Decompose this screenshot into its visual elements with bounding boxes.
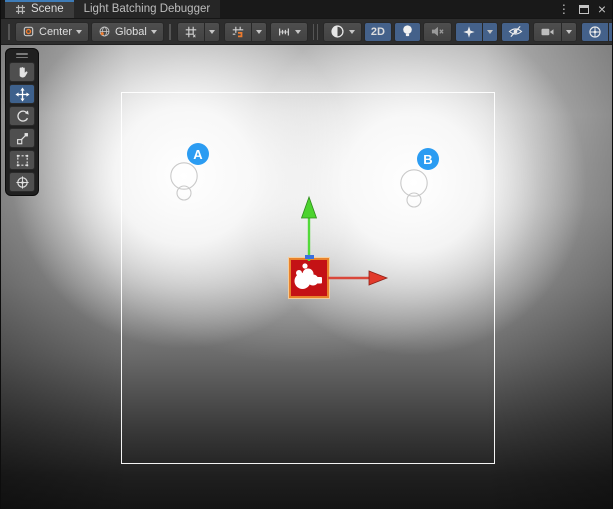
pivot-label: Center [39,26,72,38]
transform-icon [15,175,30,190]
tool-rotate-button[interactable] [9,106,35,126]
scene-viewport[interactable]: A B [1,45,613,509]
light-b-label: B [423,152,432,167]
light-b-badge: B [417,148,439,170]
2d-label: 2D [371,26,385,38]
window-controls: ⋮ × [558,0,612,18]
toolbar-grip[interactable] [169,24,171,40]
scene-window: Scene Light Batching Debugger ⋮ × Center… [0,0,613,509]
chevron-down-icon [295,30,301,34]
audio-muted-icon [430,25,445,38]
rotate-icon [15,109,30,124]
window-menu-icon[interactable]: ⋮ [558,3,570,15]
toolbar-grip[interactable] [313,24,318,40]
grid-hash-icon [15,4,26,15]
effects-toggle[interactable] [455,22,482,42]
tab-lbd-label: Light Batching Debugger [84,3,211,15]
component-tools-dropdown[interactable] [608,22,613,42]
grid-snapping-dropdown[interactable] [251,22,267,42]
light-a-badge: A [187,143,209,165]
tools-overlay-handle[interactable] [9,52,35,59]
rect-tool-icon [15,153,30,168]
camera-settings-dropdown[interactable] [561,22,577,42]
pivot-mode-dropdown[interactable]: Center [15,22,89,42]
move-icon [15,87,30,102]
light-a-gizmo[interactable] [169,161,199,203]
grid-snapping-button[interactable] [224,22,251,42]
close-icon[interactable]: × [598,2,606,16]
tab-bar: Scene Light Batching Debugger ⋮ × [1,0,612,19]
2d-mode-toggle[interactable]: 2D [364,22,392,42]
hidden-objects-toggle[interactable] [501,22,530,42]
scene-toolbar: Center Global [1,19,612,45]
toolbar-grip[interactable] [8,24,10,40]
tools-overlay [5,48,39,196]
tool-move-button[interactable] [9,84,35,104]
chevron-down-icon [76,30,82,34]
tab-scene-label: Scene [31,3,64,15]
toolbar-right-cluster: 2D [309,22,613,42]
lightbulb-icon [401,24,414,39]
pivot-icon [22,25,35,38]
snap-increment-dropdown[interactable] [270,22,308,42]
effects-dropdown[interactable] [482,22,498,42]
light-a-label: A [193,147,202,162]
tool-rect-button[interactable] [9,150,35,170]
gizmo-wheel-icon [588,25,602,39]
camera-settings-button[interactable] [533,22,561,42]
globe-icon [98,25,111,38]
chevron-down-icon [151,30,157,34]
tab-scene[interactable]: Scene [5,0,74,18]
eye-slash-icon [508,25,523,38]
chevron-down-icon [349,30,355,34]
snap-increment-icon [277,25,291,39]
component-tools-toggle[interactable] [581,22,608,42]
chevron-down-icon [566,30,572,34]
chevron-down-icon [209,30,215,34]
tool-hand-button[interactable] [9,62,35,82]
shading-mode-dropdown[interactable] [323,22,362,42]
light-b-gizmo[interactable] [399,168,429,210]
scene-lighting-toggle[interactable] [394,22,421,42]
chevron-down-icon [256,30,262,34]
chevron-down-icon [487,30,493,34]
selected-sprite[interactable] [289,258,329,298]
effects-icon [462,25,476,39]
orientation-label: Global [115,26,147,38]
grid-icon [184,25,198,39]
grid-visibility-dropdown[interactable] [204,22,220,42]
maximize-icon[interactable] [579,5,589,14]
sprite-graphic [291,260,327,296]
tool-scale-button[interactable] [9,128,35,148]
tool-transform-button[interactable] [9,172,35,192]
scale-icon [15,131,30,146]
audio-toggle[interactable] [423,22,452,42]
shaded-sphere-icon [330,24,345,39]
orientation-dropdown[interactable]: Global [91,22,164,42]
grid-snap-icon [231,25,245,39]
tab-light-batching-debugger[interactable]: Light Batching Debugger [74,0,221,18]
camera-icon [540,26,555,38]
hand-icon [15,65,30,80]
grid-visibility-button[interactable] [177,22,204,42]
